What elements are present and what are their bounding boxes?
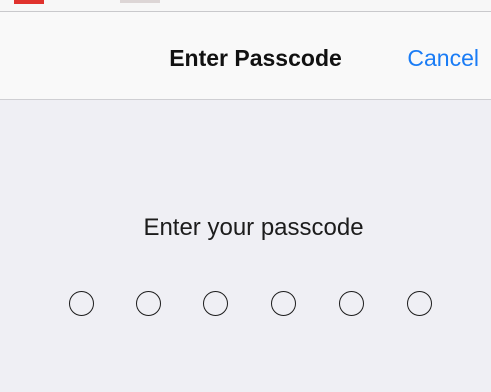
passcode-dot: [271, 291, 296, 316]
passcode-prompt: Enter your passcode: [143, 214, 364, 241]
passcode-dot: [203, 291, 228, 316]
passcode-dots[interactable]: [69, 291, 439, 321]
status-indicator-faint: [120, 0, 160, 3]
passcode-dot: [407, 291, 432, 316]
status-indicator: [14, 0, 44, 4]
passcode-dot: [136, 291, 161, 316]
passcode-screen: Enter Passcode Cancel Enter your passcod…: [0, 0, 491, 392]
navigation-bar: Enter Passcode Cancel: [0, 12, 491, 100]
status-strip: [0, 0, 491, 12]
passcode-dot: [69, 291, 94, 316]
passcode-dot: [339, 291, 364, 316]
cancel-button[interactable]: Cancel: [407, 12, 479, 100]
